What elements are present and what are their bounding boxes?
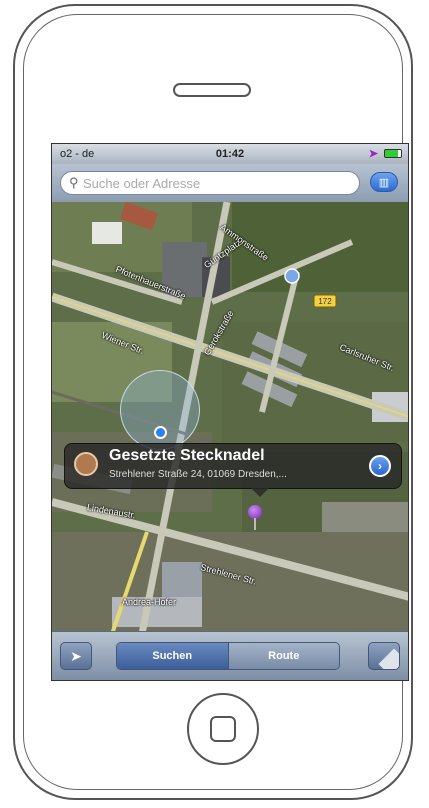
screen: o2 - de 01:42 ➤ ⚲ Suche oder Adresse ▥ 1… — [51, 143, 409, 681]
location-services-icon: ➤ — [368, 148, 378, 160]
current-location-dot[interactable] — [154, 426, 167, 439]
home-square-icon — [210, 716, 236, 742]
earpiece-speaker — [173, 83, 251, 97]
segment-search[interactable]: Suchen — [117, 643, 228, 669]
home-button[interactable] — [187, 693, 259, 765]
road-shield-text: 172 — [318, 297, 332, 306]
person-icon[interactable] — [74, 452, 98, 476]
dropped-pin[interactable] — [248, 505, 262, 519]
battery-icon — [384, 149, 402, 158]
locate-button[interactable]: ➤ — [60, 642, 92, 670]
pin-needle — [254, 518, 256, 530]
location-arrow-icon: ➤ — [70, 647, 82, 664]
callout-tail — [251, 488, 269, 497]
search-route-segmented-control[interactable]: Suchen Route — [116, 642, 340, 670]
callout-address: Strehlener Straße 24, 01069 Dresden,... — [109, 469, 287, 480]
detail-disclosure-button[interactable]: › — [369, 455, 391, 477]
bottom-toolbar: ➤ Suchen Route — [52, 631, 408, 680]
status-bar: o2 - de 01:42 ➤ — [52, 144, 408, 164]
page-curl-button[interactable] — [368, 642, 400, 670]
clock: 01:42 — [215, 148, 245, 160]
satellite-map[interactable]: 172 Pfotenhauerstraße Güntzplatz Wiener … — [52, 202, 408, 634]
search-placeholder: Suche oder Adresse — [83, 176, 201, 191]
search-icon: ⚲ — [69, 175, 79, 190]
segment-route[interactable]: Route — [227, 643, 339, 669]
street-label: Andrea-Hofer — [122, 597, 177, 607]
search-input[interactable]: ⚲ Suche oder Adresse — [60, 171, 360, 195]
callout-title: Gesetzte Stecknadel — [109, 447, 265, 464]
bookmarks-button[interactable]: ▥ — [370, 172, 398, 192]
chevron-right-icon: › — [378, 459, 382, 473]
search-bar: ⚲ Suche oder Adresse ▥ — [52, 164, 408, 202]
pin-callout[interactable]: Gesetzte Stecknadel Strehlener Straße 24… — [64, 443, 402, 497]
book-icon: ▥ — [378, 176, 390, 189]
